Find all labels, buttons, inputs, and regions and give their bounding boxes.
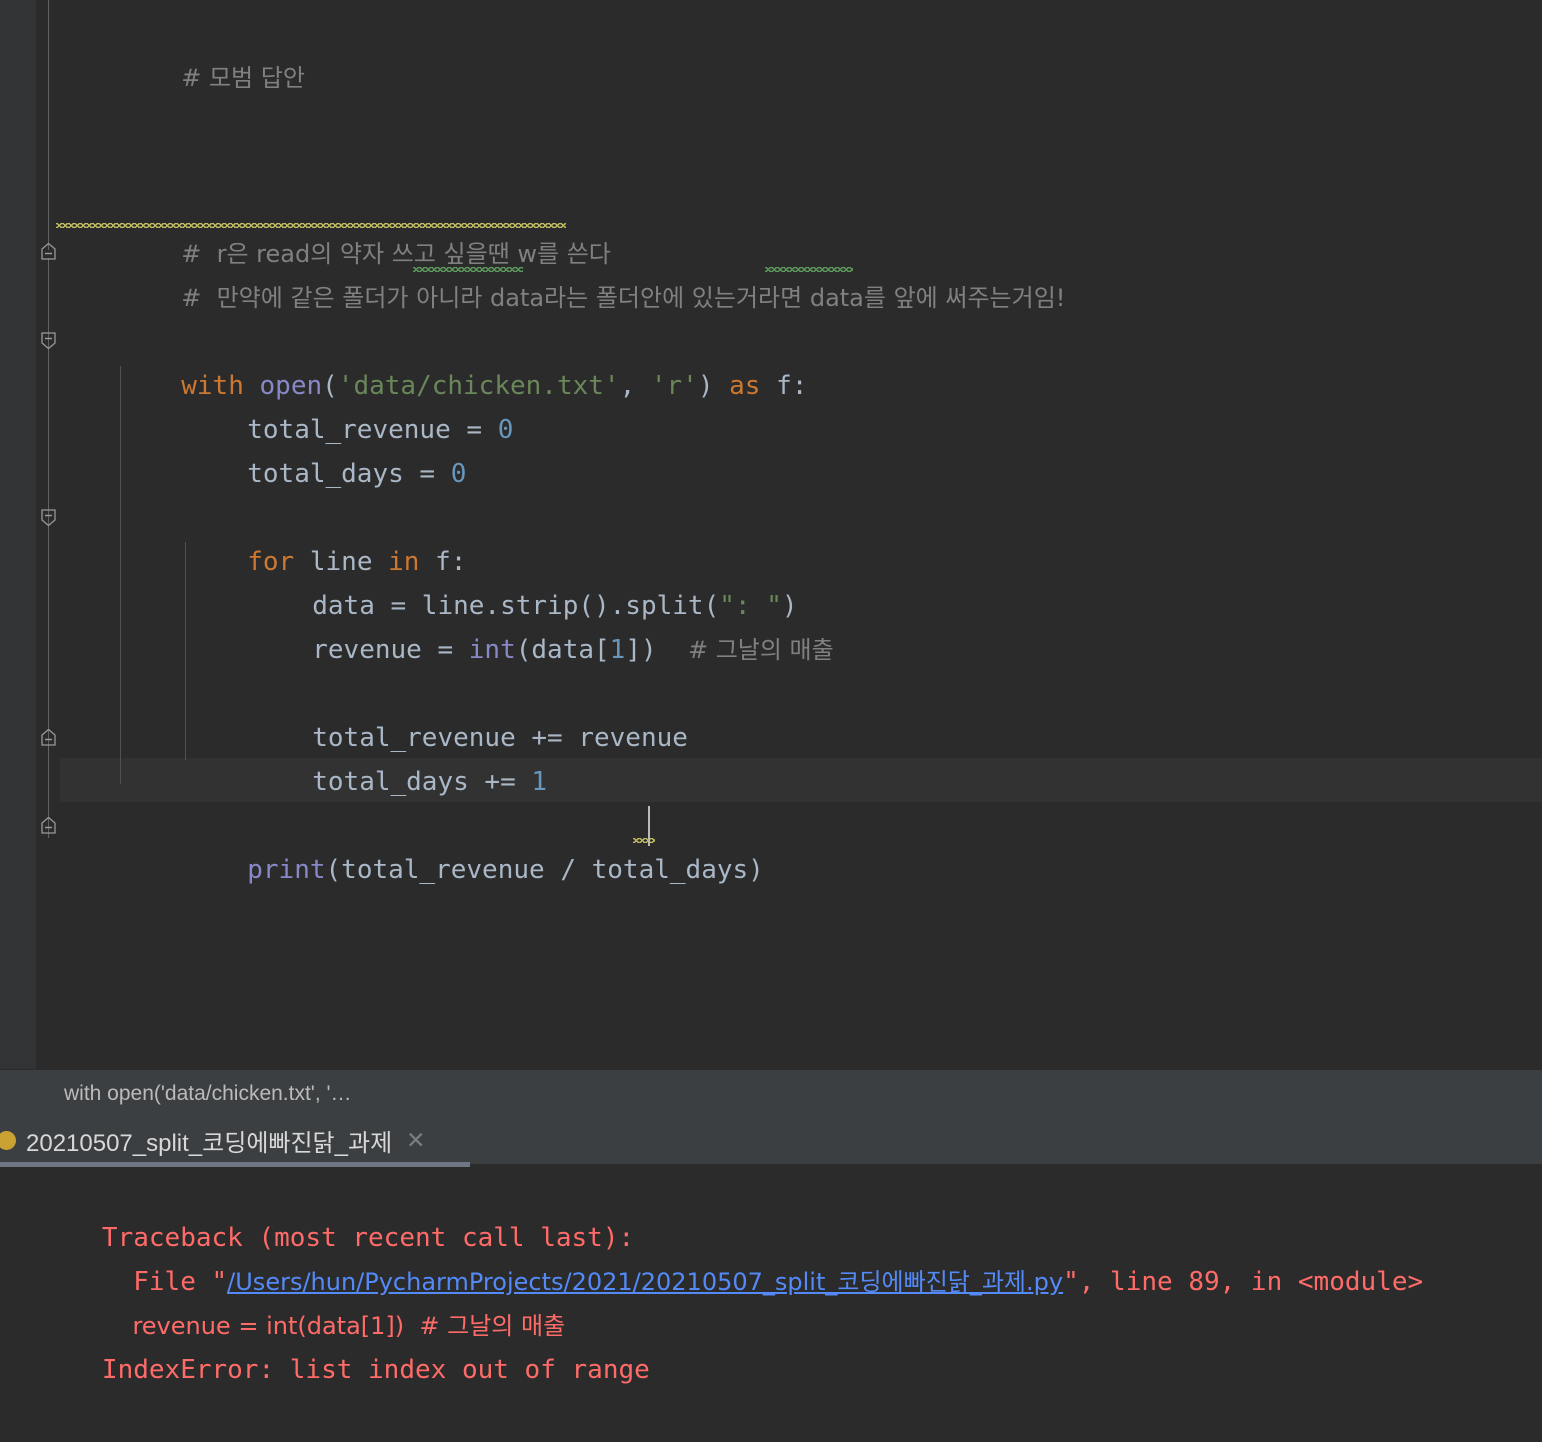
warning-squiggle-print <box>633 838 655 843</box>
code-line-10[interactable]: total_days = 0 <box>122 408 466 489</box>
code-text-layer[interactable]: # 모범 답안 # r은 read의 약자 쓰고 싶을땐 w를 쓴다 # 만약에… <box>0 0 1542 1069</box>
spellcheck-squiggle-line5 <box>56 223 566 228</box>
paren-close: ) <box>697 371 714 401</box>
console-line-frame-source: revenue = int(data[1]) # 그날의 매출 <box>8 1260 565 1340</box>
builtin-print: print <box>247 855 326 885</box>
number-zero-days: 0 <box>450 459 467 489</box>
var-f: f: <box>776 371 808 401</box>
int-arg-close: ]) <box>625 635 657 665</box>
traceback-file-suffix: ", line 89, in <module> <box>1063 1267 1424 1297</box>
comment-best-answer: # 모범 답안 <box>181 64 305 92</box>
code-line-9[interactable]: total_revenue = 0 <box>122 364 513 445</box>
typo-squiggle-data-2 <box>765 267 853 272</box>
code-line-17[interactable]: total_days += 1 <box>187 716 547 797</box>
run-tab[interactable]: 20210507_split_코딩에빠진닭_과제 ✕ <box>0 1116 425 1164</box>
comment-folder-note-data2: data를 <box>809 284 886 312</box>
code-editor[interactable]: # 모범 답안 # r은 read의 약자 쓰고 싶을땐 w를 쓴다 # 만약에… <box>0 0 1542 1069</box>
code-line-14[interactable]: revenue = int(data[1]) # 그날의 매출 <box>187 584 834 665</box>
comma-sep: , <box>619 371 651 401</box>
breadcrumb[interactable]: with open('data/chicken.txt', '… <box>0 1069 1542 1117</box>
console-line-file-frame: File "/Users/hun/PycharmProjects/2021/20… <box>8 1216 1423 1297</box>
comment-folder-note-data1: data라는 <box>490 284 589 312</box>
string-file-mode: 'r' <box>650 371 698 401</box>
print-arguments: (total_revenue / total_days) <box>325 855 764 885</box>
run-console-output[interactable]: Traceback (most recent call last): File … <box>0 1167 1542 1442</box>
comment-folder-note-e: 앞에 써주는거임! <box>885 284 1066 312</box>
keyword-as: as <box>713 371 777 401</box>
code-line-16[interactable]: total_revenue += revenue <box>187 672 688 753</box>
accumulate-total-days: total_days += <box>312 767 532 797</box>
assign-revenue: revenue = <box>312 635 469 665</box>
run-tab-label: 20210507_split_코딩에빠진닭_과제 <box>26 1129 393 1157</box>
close-icon[interactable]: ✕ <box>406 1128 425 1152</box>
code-line-19[interactable]: print(total_revenue / total_days) <box>122 804 764 885</box>
number-zero-revenue: 0 <box>497 415 514 445</box>
builtin-int: int <box>468 635 516 665</box>
code-line-12[interactable]: for line in f: <box>122 496 466 577</box>
inline-comment-daily-revenue: # 그날의 매출 <box>687 636 834 664</box>
console-line-traceback-header: Traceback (most recent call last): <box>8 1172 634 1253</box>
pycharm-window: # 모범 답안 # r은 read의 약자 쓰고 싶을땐 w를 쓴다 # 만약에… <box>0 0 1542 1442</box>
number-index-one: 1 <box>609 635 626 665</box>
typo-squiggle-data-1 <box>413 267 523 272</box>
run-tool-window-tabbar[interactable]: 20210507_split_코딩에빠진닭_과제 ✕ <box>0 1116 1542 1164</box>
code-line-13[interactable]: data = line.strip().split(": ") <box>187 540 797 621</box>
run-status-dot-icon <box>0 1130 16 1150</box>
breadcrumb-item-with-open[interactable]: with open('data/chicken.txt', '… <box>64 1082 352 1106</box>
code-line-8[interactable]: with open('data/chicken.txt', 'r') as f: <box>56 320 807 401</box>
int-arg-open: (data[ <box>515 635 610 665</box>
console-line-process-finished: Process finished with exit code 1 <box>8 1392 618 1436</box>
code-line-6[interactable]: # 만약에 같은 폴더가 아니라 data라는 폴더안에 있는거라면 data를… <box>56 232 1065 312</box>
exception-message: IndexError: list index out of range <box>101 1355 650 1385</box>
number-increment-one: 1 <box>531 767 548 797</box>
console-line-exception: IndexError: list index out of range <box>8 1304 650 1385</box>
assign-total-days: total_days = <box>247 459 451 489</box>
code-line-1[interactable]: # 모범 답안 <box>56 12 305 92</box>
comment-folder-note-a: # 만약에 같은 폴더가 아니라 <box>181 284 490 312</box>
comment-folder-note-c: 폴더안에 있는거라면 <box>588 284 810 312</box>
text-caret <box>648 806 650 846</box>
